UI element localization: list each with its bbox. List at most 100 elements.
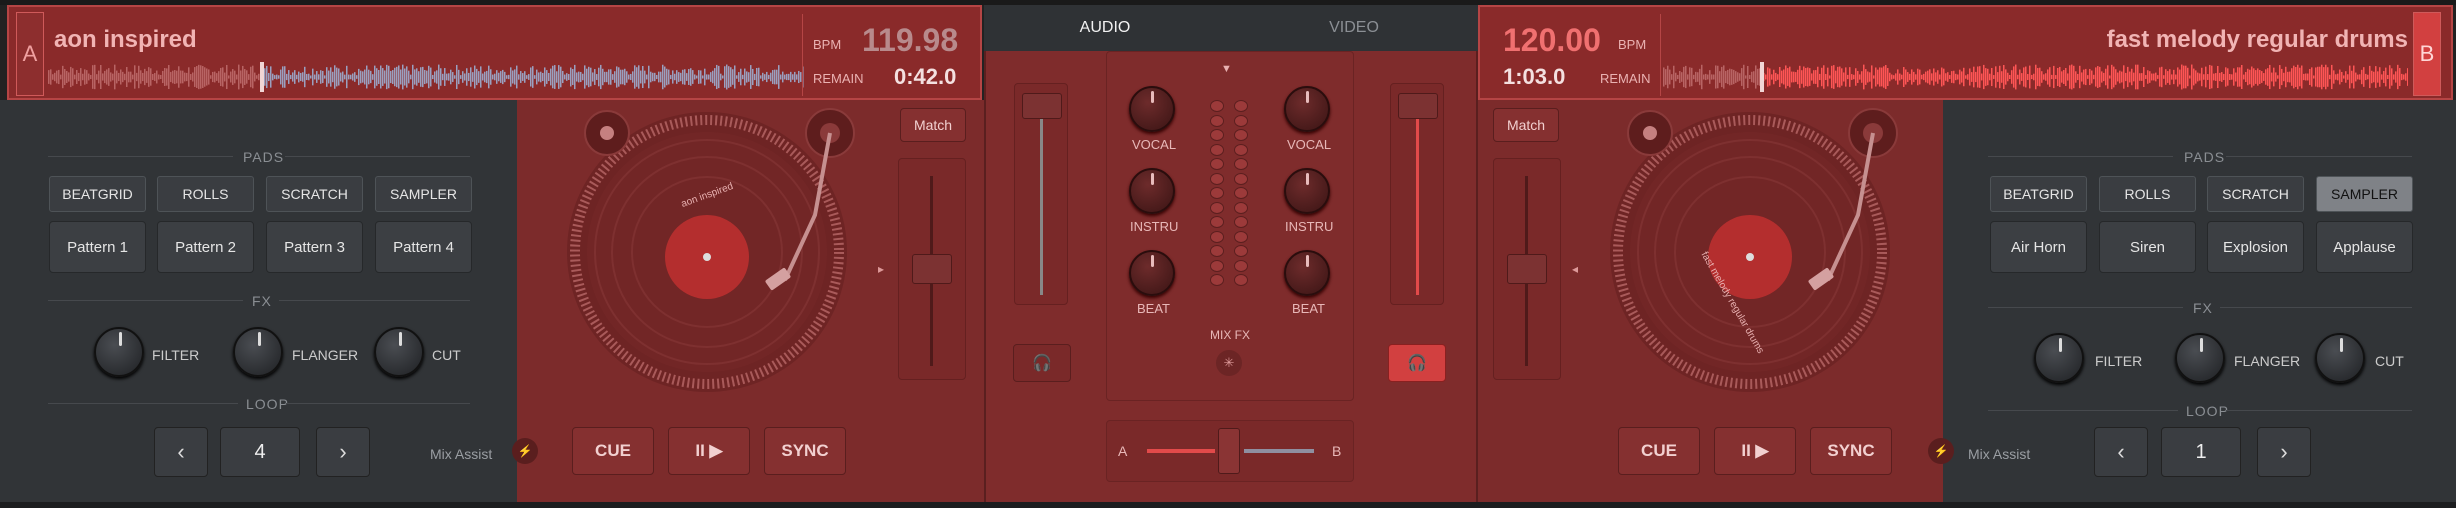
deck-a-loop-next-button[interactable]: › — [316, 427, 370, 477]
deck-b-flanger-knob[interactable] — [2175, 333, 2225, 383]
deck-b-pad-4[interactable]: Applause — [2316, 221, 2413, 273]
waveform-bar — [1695, 71, 1697, 83]
deck-a-tab-rolls[interactable]: ROLLS — [157, 176, 254, 212]
deck-a-loop-prev-button[interactable]: ‹ — [154, 427, 208, 477]
deck-a-pitch-slider-handle[interactable] — [912, 254, 952, 284]
deck-b-loop-prev-button[interactable]: ‹ — [2094, 427, 2148, 477]
waveform-bar — [1963, 67, 1965, 87]
deck-b-match-button[interactable]: Match — [1493, 108, 1559, 142]
deck-a-mix-assist-toggle[interactable]: ⚡ — [512, 438, 538, 464]
deck-a-turntable[interactable] — [560, 105, 860, 405]
waveform-bar — [174, 70, 176, 84]
deck-b-pad-3[interactable]: Explosion — [2207, 221, 2304, 273]
mixer-left-beat-knob[interactable] — [1129, 250, 1175, 296]
deck-a-cut-knob[interactable] — [374, 327, 424, 377]
waveform-playhead[interactable] — [1760, 62, 1764, 92]
deck-a-pad-4[interactable]: Pattern 4 — [375, 221, 472, 273]
deck-b-sync-button[interactable]: SYNC — [1810, 427, 1892, 475]
crossfader-handle[interactable] — [1218, 428, 1240, 474]
waveform-playhead[interactable] — [260, 62, 264, 92]
waveform-bar — [336, 67, 338, 87]
mixer-left-vocal-knob[interactable] — [1129, 86, 1175, 132]
deck-b-loop-next-button[interactable]: › — [2257, 427, 2311, 477]
deck-b-pad-2[interactable]: Siren — [2099, 221, 2196, 273]
mixer-tab-video[interactable]: VIDEO — [1309, 14, 1399, 42]
deck-b-tab-scratch[interactable]: SCRATCH — [2207, 176, 2304, 212]
waveform-bar — [1777, 74, 1779, 80]
deck-a-pad-3[interactable]: Pattern 3 — [266, 221, 363, 273]
deck-b-cue-button[interactable]: CUE — [1618, 427, 1700, 475]
deck-b-play-pause-button[interactable]: II ▶ — [1714, 427, 1796, 475]
waveform-bar — [2085, 68, 2087, 86]
mixer-tab-audio[interactable]: AUDIO — [1060, 14, 1150, 42]
deck-a-waveform[interactable] — [48, 62, 804, 92]
deck-b-mix-assist-toggle[interactable]: ⚡ — [1928, 438, 1954, 464]
waveform-bar — [2091, 70, 2093, 84]
deck-a-sync-button[interactable]: SYNC — [764, 427, 846, 475]
waveform-bar — [1957, 74, 1959, 80]
waveform-bar — [258, 73, 260, 81]
waveform-bar — [632, 71, 634, 83]
waveform-bar — [550, 68, 552, 86]
deck-b-pitch-slider-handle[interactable] — [1507, 254, 1547, 284]
waveform-bar — [1867, 71, 1869, 83]
waveform-bar — [374, 65, 376, 89]
mixer-right-beat-knob[interactable] — [1284, 250, 1330, 296]
waveform-bar — [152, 74, 154, 80]
mixer-right-vocal-knob[interactable] — [1284, 86, 1330, 132]
waveform-bar — [1873, 75, 1875, 79]
waveform-bar — [2255, 70, 2257, 84]
waveform-bar — [656, 74, 658, 80]
waveform-bar — [314, 74, 316, 80]
waveform-bar — [2269, 64, 2271, 90]
waveform-bar — [628, 74, 630, 80]
vu-led — [1210, 143, 1224, 156]
deck-a-pad-1[interactable]: Pattern 1 — [49, 221, 146, 273]
mixer-left-headphones-button[interactable]: 🎧 — [1013, 344, 1071, 382]
waveform-bar — [1741, 68, 1743, 86]
mixer-left-instru-knob[interactable] — [1129, 168, 1175, 214]
deck-b-filter-knob[interactable] — [2034, 333, 2084, 383]
mixer-left-channel-fader-handle[interactable] — [1022, 93, 1062, 119]
deck-a-match-button[interactable]: Match — [900, 108, 966, 142]
deck-a-filter-knob[interactable] — [94, 327, 144, 377]
mixer-right-instru-knob[interactable] — [1284, 168, 1330, 214]
deck-b-pad-1[interactable]: Air Horn — [1990, 221, 2087, 273]
deck-b-waveform[interactable] — [1663, 62, 2408, 92]
waveform-bar — [1743, 64, 1745, 90]
deck-a-loop-label: LOOP — [246, 396, 289, 412]
waveform-bar — [2213, 73, 2215, 81]
deck-b-tab-rolls[interactable]: ROLLS — [2099, 176, 2196, 212]
waveform-bar — [264, 68, 266, 86]
deck-b-turntable[interactable] — [1603, 105, 1903, 405]
waveform-bar — [774, 69, 776, 85]
deck-a-tab-beatgrid[interactable]: BEATGRID — [49, 176, 146, 212]
mixer-fx-icon[interactable]: ✳ — [1216, 350, 1242, 376]
deck-b-tab-beatgrid[interactable]: BEATGRID — [1990, 176, 2087, 212]
deck-b-tab-sampler[interactable]: SAMPLER — [2316, 176, 2413, 212]
mixer-right-channel-fader-handle[interactable] — [1398, 93, 1438, 119]
vu-led — [1210, 100, 1224, 112]
waveform-bar — [766, 71, 768, 83]
deck-b-loop-value: 1 — [2161, 427, 2241, 477]
deck-a-flanger-knob[interactable] — [233, 327, 283, 377]
mixer-collapse-icon[interactable]: ▼ — [1221, 63, 1232, 75]
waveform-bar — [2063, 69, 2065, 85]
deck-b-cut-knob[interactable] — [2315, 333, 2365, 383]
waveform-bar — [460, 75, 462, 79]
waveform-bar — [92, 65, 94, 89]
waveform-bar — [2405, 73, 2407, 81]
deck-a-play-pause-button[interactable]: II ▶ — [668, 427, 750, 475]
deck-a-tab-sampler[interactable]: SAMPLER — [375, 176, 472, 212]
waveform-bar — [280, 69, 282, 85]
waveform-bar — [396, 66, 398, 88]
waveform-bar — [480, 66, 482, 88]
waveform-bar — [720, 73, 722, 81]
mixer-right-headphones-button[interactable]: 🎧 — [1388, 344, 1446, 382]
deck-a-cue-button[interactable]: CUE — [572, 427, 654, 475]
waveform-bar — [568, 74, 570, 80]
deck-a-pad-2[interactable]: Pattern 2 — [157, 221, 254, 273]
waveform-bar — [514, 69, 516, 85]
deck-a-tab-scratch[interactable]: SCRATCH — [266, 176, 363, 212]
waveform-bar — [130, 71, 132, 83]
